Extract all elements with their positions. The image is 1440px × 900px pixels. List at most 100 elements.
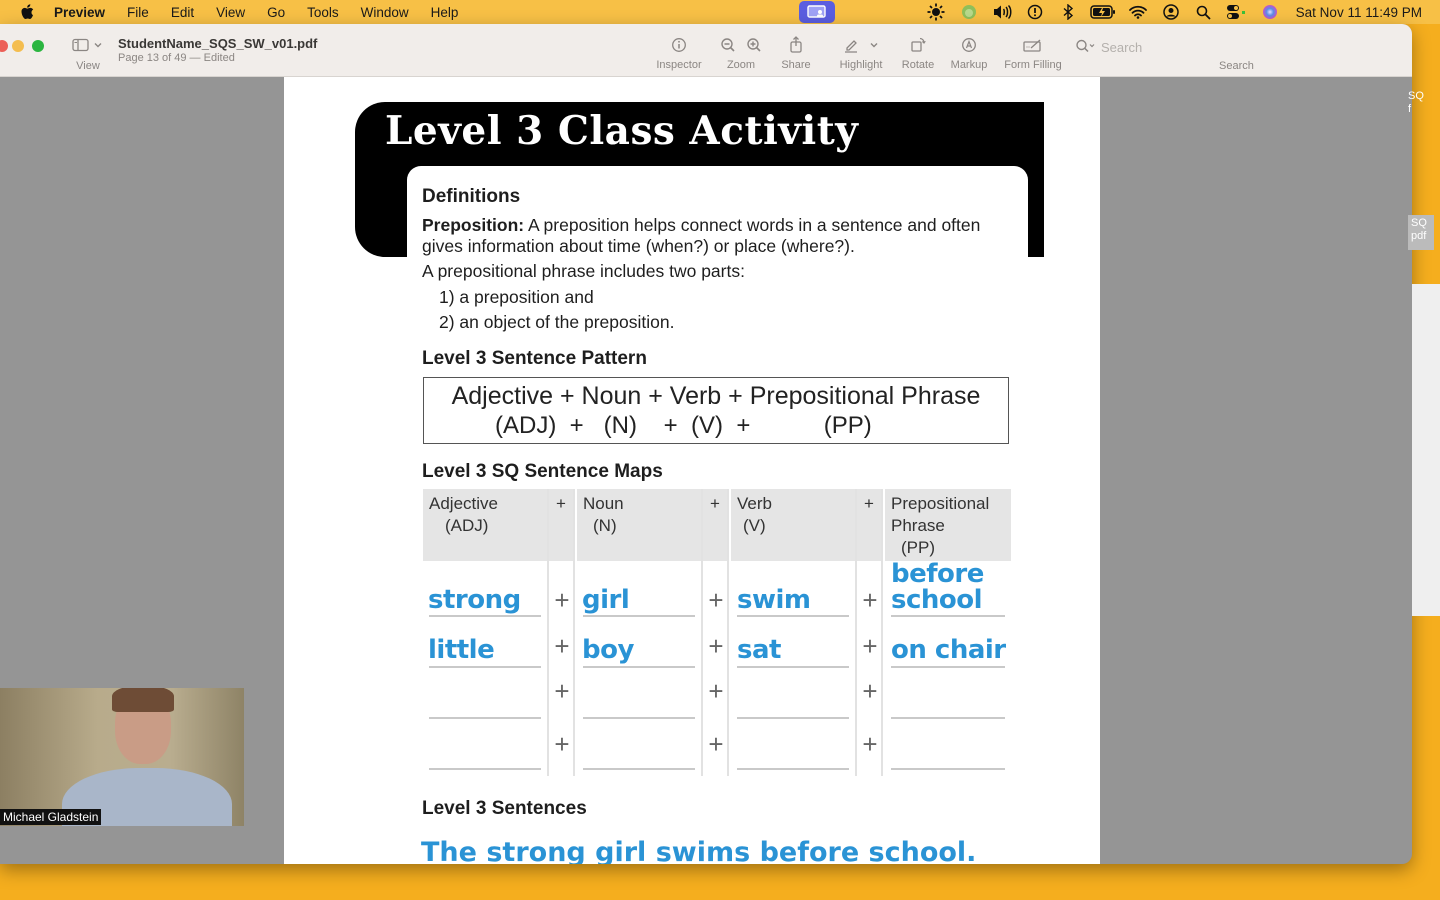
- menu-help[interactable]: Help: [431, 5, 459, 20]
- plus-sign: +: [554, 585, 570, 615]
- view-menu-button[interactable]: View: [70, 36, 106, 72]
- sentence-maps-table: Adjective (ADJ) + Noun (N) + Verb (V) + Pre…: [423, 489, 1013, 776]
- zoom-out-icon[interactable]: [720, 37, 736, 56]
- markup-button[interactable]: Markup: [947, 36, 991, 76]
- preposition-definition-line-2: gives information about time (when?) or …: [422, 236, 855, 256]
- share-label: Share: [781, 59, 811, 71]
- menu-window[interactable]: Window: [361, 5, 409, 20]
- form-filling-icon: [1023, 38, 1043, 55]
- view-label: View: [76, 60, 100, 72]
- inspector-button[interactable]: Inspector: [652, 36, 706, 76]
- window-toolbar: View StudentName_SQS_SW_v01.pdf Page 13 …: [0, 24, 1412, 77]
- column-header-noun: Noun (N): [577, 489, 701, 561]
- search-label: Search: [1219, 60, 1254, 72]
- highlight-label: Highlight: [839, 59, 883, 71]
- control-center-icon[interactable]: [1225, 1, 1249, 23]
- plus-sign: +: [862, 676, 878, 706]
- answer-line: [583, 717, 695, 719]
- answer-noun-1[interactable]: girl: [582, 585, 630, 615]
- volume-icon[interactable]: [990, 1, 1014, 23]
- brightness-icon[interactable]: [924, 1, 948, 23]
- search-field[interactable]: Search: [1075, 37, 1225, 57]
- form-filling-label: Form Filling: [1004, 59, 1062, 71]
- search-icon: [1075, 39, 1097, 56]
- answer-adjective-2[interactable]: little: [428, 635, 495, 665]
- form-filling-button[interactable]: Form Filling: [1000, 36, 1066, 76]
- desktop-file-label-1[interactable]: SQ f: [1408, 90, 1440, 116]
- preposition-definition-line-1: Preposition: A preposition helps connect…: [422, 215, 980, 236]
- definitions-heading: Definitions: [422, 186, 521, 207]
- highlighter-pen-icon: [843, 37, 859, 56]
- column-prepositional-phrase: Prepositional Phrase (PP): [885, 489, 1011, 776]
- answer-line: [891, 717, 1005, 719]
- answer-pp-2[interactable]: on chair: [891, 635, 1006, 665]
- zoom-buttons[interactable]: Zoom: [718, 36, 764, 76]
- background-window-edge: [1412, 284, 1440, 616]
- plus-sign: +: [554, 631, 570, 661]
- answer-line: [891, 666, 1005, 668]
- answer-line: [429, 768, 541, 770]
- share-icon: [789, 36, 803, 56]
- answer-line: [737, 768, 849, 770]
- menu-tools[interactable]: Tools: [307, 5, 339, 20]
- zoom-in-icon[interactable]: [746, 37, 762, 56]
- sentences-heading: Level 3 Sentences: [422, 798, 587, 819]
- preposition-definition-text: A preposition helps connect words in a s…: [524, 215, 981, 235]
- activity-title: Level 3 Class Activity: [385, 108, 859, 154]
- bluetooth-icon[interactable]: [1056, 1, 1080, 23]
- wifi-icon[interactable]: [1126, 1, 1150, 23]
- answer-line: [737, 615, 849, 617]
- plus-sign: +: [554, 729, 570, 759]
- desktop-file-label-2[interactable]: SQ pdf: [1408, 215, 1434, 250]
- menu-edit[interactable]: Edit: [171, 5, 194, 20]
- pdf-page[interactable]: Level 3 Class Activity Definitions Prepo…: [284, 77, 1100, 864]
- column-header-prepositional-phrase: Prepositional Phrase (PP): [885, 489, 1011, 561]
- answer-line: [583, 666, 695, 668]
- menu-bar: Preview File Edit View Go Tools Window H…: [0, 0, 1440, 24]
- menu-view[interactable]: View: [216, 5, 245, 20]
- menu-go[interactable]: Go: [267, 5, 285, 20]
- screen-share-icon[interactable]: [799, 1, 835, 23]
- user-account-icon[interactable]: [1159, 1, 1183, 23]
- answer-sentence-1[interactable]: The strong girl swims before school.: [421, 837, 976, 864]
- phrase-intro: A prepositional phrase includes two part…: [422, 261, 745, 281]
- rotate-label: Rotate: [901, 59, 935, 71]
- column-header-adjective: Adjective (ADJ): [423, 489, 547, 561]
- answer-verb-1[interactable]: swim: [737, 585, 811, 615]
- spotlight-search-icon[interactable]: [1192, 1, 1216, 23]
- time-machine-icon[interactable]: [1023, 1, 1047, 23]
- apple-menu-icon[interactable]: [20, 4, 40, 20]
- phrase-part-1: 1) a preposition and: [439, 287, 594, 307]
- highlight-button[interactable]: Highlight: [834, 36, 888, 76]
- video-participant-tile[interactable]: Michael Gladstein: [0, 688, 244, 826]
- share-button[interactable]: Share: [778, 36, 814, 76]
- markup-label: Markup: [950, 59, 988, 71]
- menu-app-preview[interactable]: Preview: [54, 5, 105, 20]
- app-status-icon[interactable]: [957, 1, 981, 23]
- answer-line: [429, 717, 541, 719]
- rotate-button[interactable]: Rotate: [898, 36, 938, 76]
- fullscreen-window-button[interactable]: [32, 40, 44, 52]
- plus-sign: +: [708, 631, 724, 661]
- answer-pp-1-line-2[interactable]: school: [891, 585, 983, 615]
- info-icon: [671, 37, 687, 56]
- plus-sign: +: [708, 729, 724, 759]
- zoom-label: Zoom: [726, 59, 756, 71]
- answer-line: [891, 768, 1005, 770]
- document-title[interactable]: StudentName_SQS_SW_v01.pdf: [118, 36, 317, 51]
- answer-verb-2[interactable]: sat: [737, 635, 781, 665]
- menubar-clock[interactable]: Sat Nov 11 11:49 PM: [1296, 5, 1422, 20]
- answer-line: [891, 615, 1005, 617]
- answer-noun-2[interactable]: boy: [582, 635, 634, 665]
- battery-icon[interactable]: [1089, 1, 1117, 23]
- pattern-heading: Level 3 Sentence Pattern: [422, 348, 647, 369]
- chevron-down-icon[interactable]: [869, 40, 879, 52]
- participant-name: Michael Gladstein: [0, 809, 102, 825]
- menu-file[interactable]: File: [127, 5, 149, 20]
- answer-line: [737, 717, 849, 719]
- answer-adjective-1[interactable]: strong: [428, 585, 521, 615]
- plus-sign: +: [708, 585, 724, 615]
- siri-icon[interactable]: [1258, 1, 1282, 23]
- minimize-window-button[interactable]: [12, 40, 24, 52]
- close-window-button[interactable]: [0, 40, 8, 52]
